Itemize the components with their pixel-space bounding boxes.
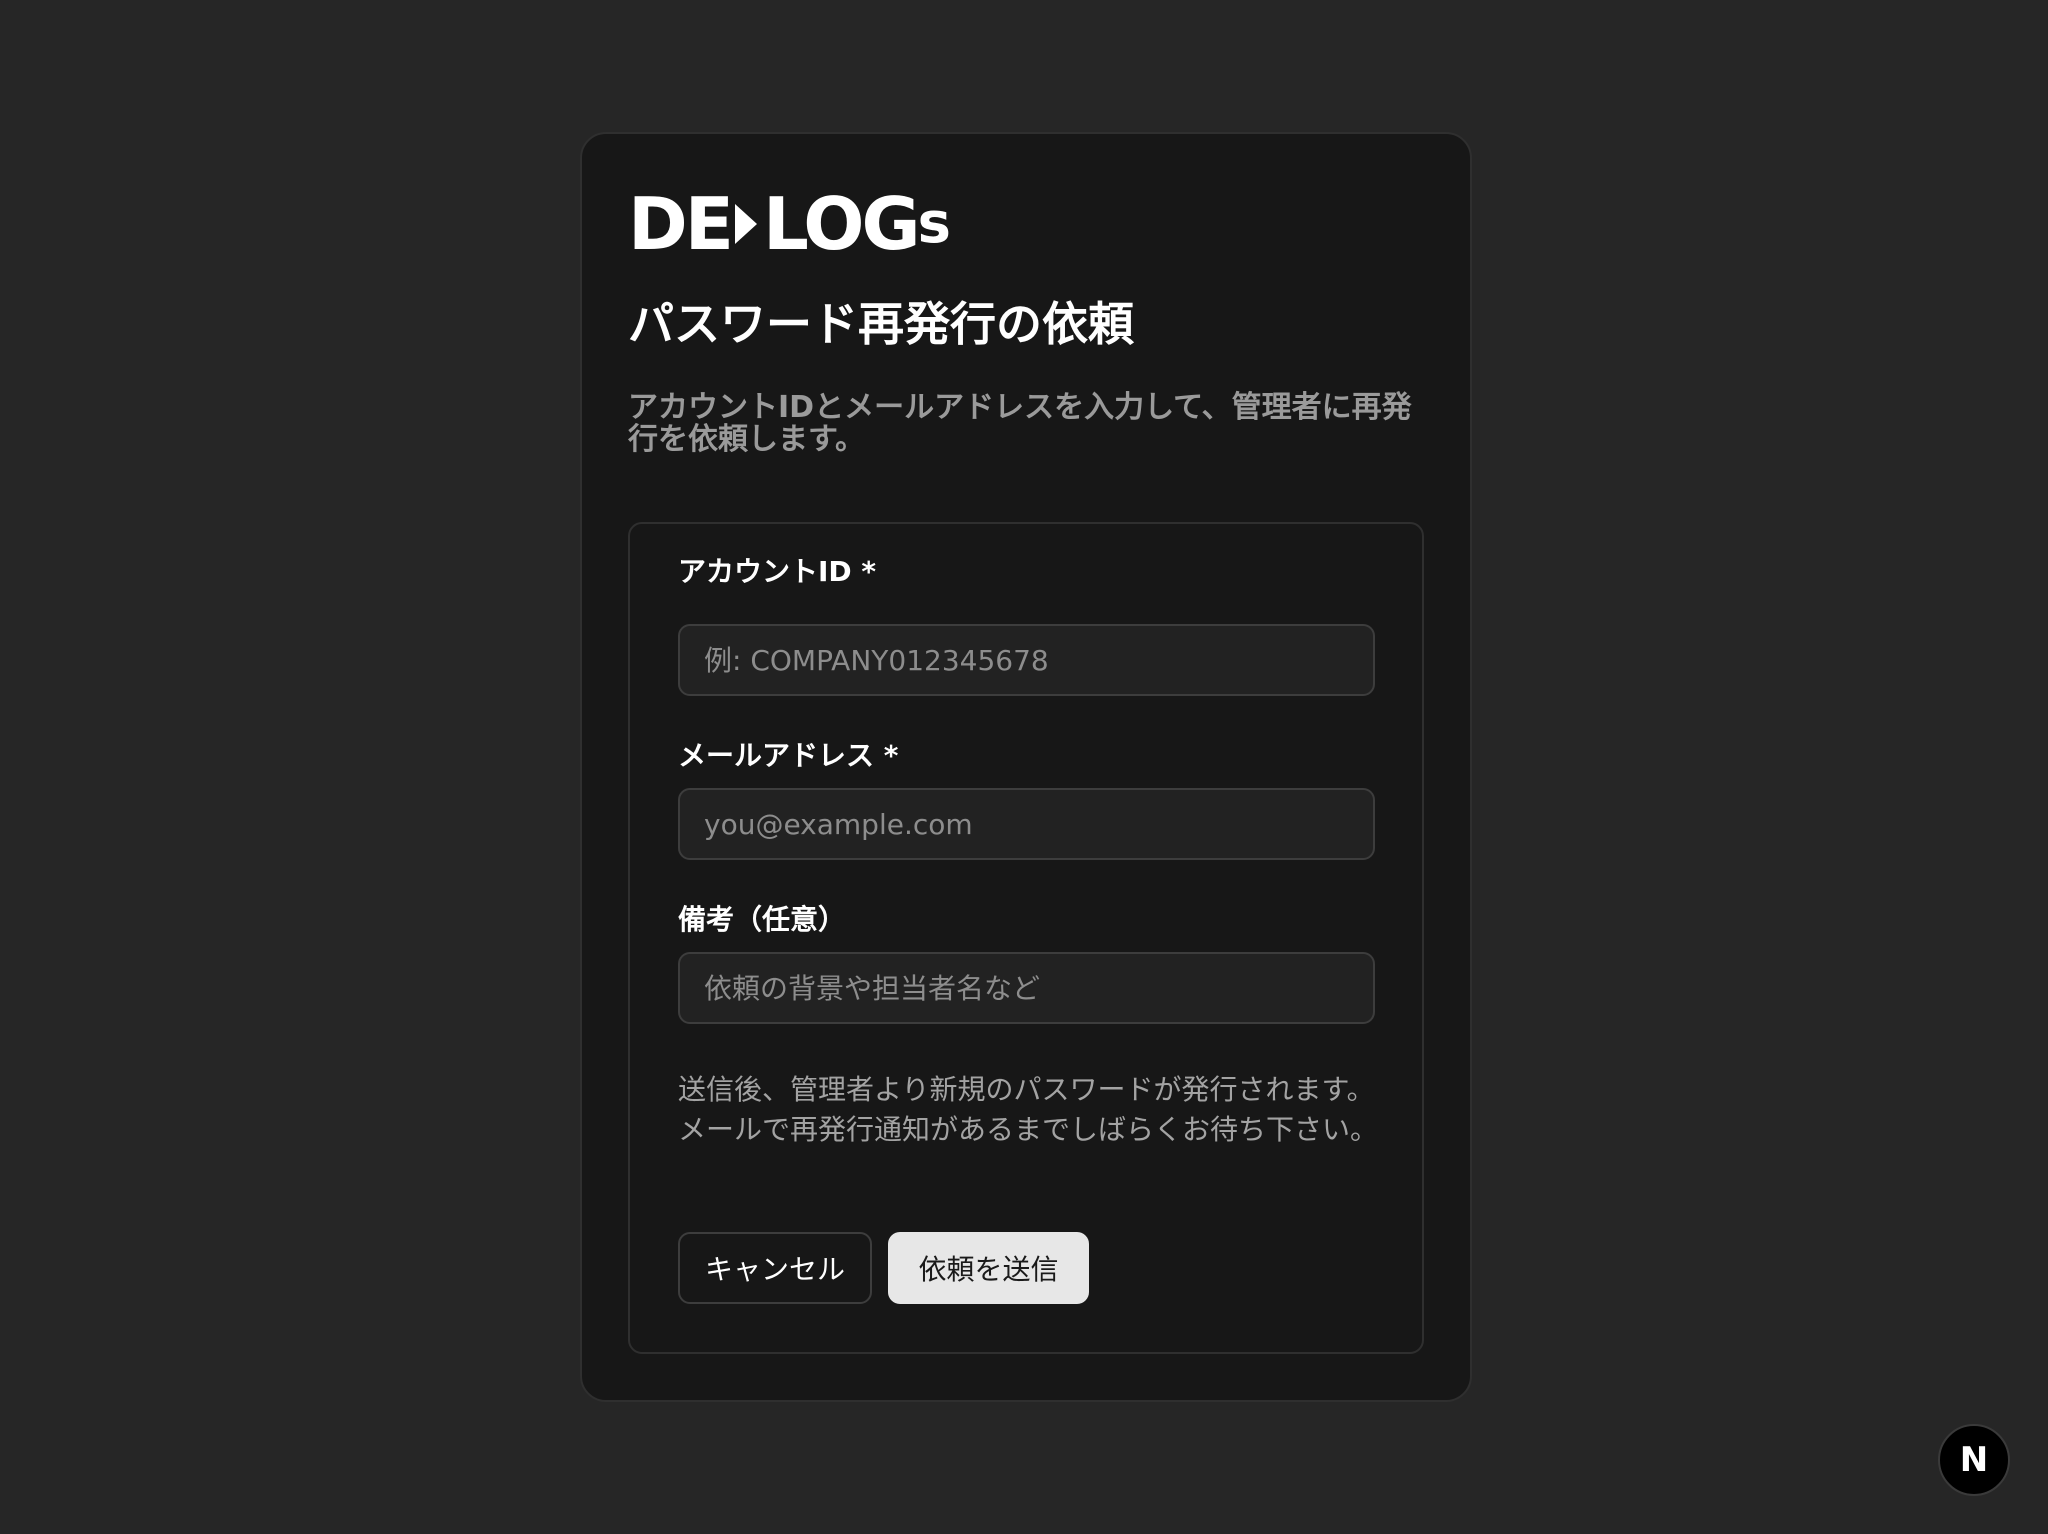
page-subtitle: アカウントIDとメールアドレスを入力して、管理者に再発行を依頼します。 <box>628 390 1412 457</box>
cancel-button[interactable]: キャンセル <box>678 1232 872 1304</box>
account-id-label: アカウントID * <box>678 555 877 588</box>
logo-text-log: LOG <box>762 182 921 266</box>
nextjs-badge-label: N <box>1959 1440 1989 1480</box>
remarks-label: 備考（任意） <box>678 903 847 936</box>
email-input[interactable] <box>678 788 1375 860</box>
logo-text-s: s <box>917 191 951 256</box>
submission-note: 送信後、管理者より新規のパスワードが発行されます。メールで再発行通知があるまでし… <box>678 1073 1379 1146</box>
page-title: パスワード再発行の依頼 <box>628 297 1134 351</box>
submit-request-button[interactable]: 依頼を送信 <box>888 1232 1089 1304</box>
account-id-input[interactable] <box>678 624 1375 696</box>
email-label: メールアドレス * <box>678 739 899 772</box>
play-triangle-icon <box>734 204 757 244</box>
remarks-input[interactable] <box>678 952 1375 1024</box>
nextjs-icon[interactable]: N <box>1938 1424 2010 1496</box>
logo-text-de: DE <box>628 182 734 266</box>
delogs-logo: DE LOG s <box>628 182 951 266</box>
